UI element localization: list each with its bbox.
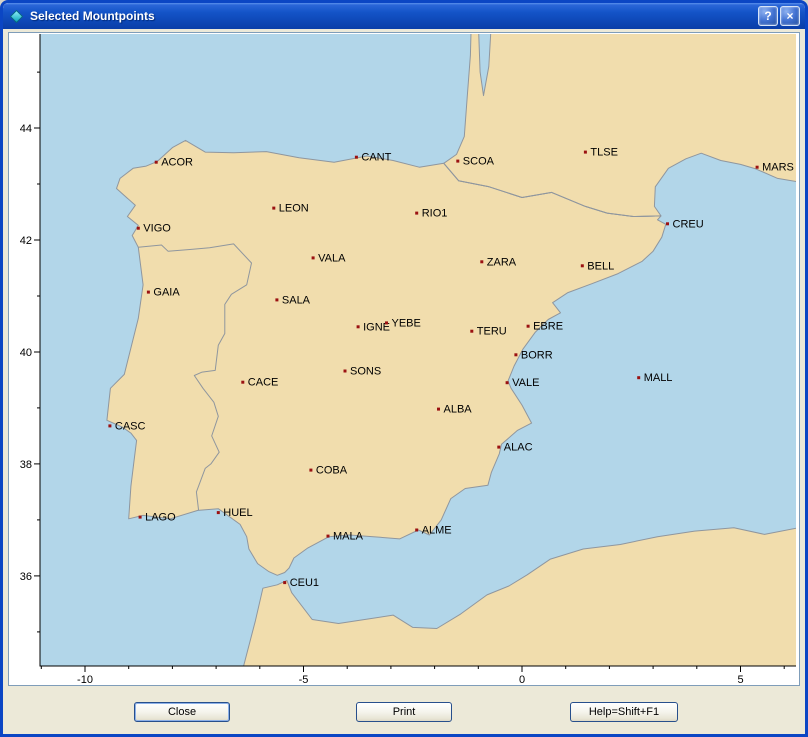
x-tick-label: -10 <box>77 674 93 685</box>
station-label: CANT <box>361 152 391 164</box>
station-marker <box>456 160 459 163</box>
station-marker <box>497 446 500 449</box>
station-label: ACOR <box>161 157 193 169</box>
station-marker <box>584 151 587 154</box>
station-marker <box>385 321 388 324</box>
station-marker <box>344 370 347 373</box>
caption-buttons: ? × <box>758 6 800 26</box>
station-label: MALA <box>333 531 364 543</box>
station-marker <box>137 227 140 230</box>
station-marker <box>415 529 418 532</box>
y-tick-label: 36 <box>20 571 32 583</box>
station-marker <box>272 207 275 210</box>
close-icon[interactable]: × <box>780 6 800 26</box>
station-marker <box>147 291 150 294</box>
station-label: BORR <box>521 349 553 361</box>
station-marker <box>108 424 111 427</box>
station-label: TERU <box>477 326 507 338</box>
title-bar[interactable]: Selected Mountpoints ? × <box>3 3 805 29</box>
station-label: YEBE <box>392 317 421 329</box>
dialog-body: ACOR VIGO CANT SCOA TLSE MARS LEON RIO1 CREU VALA… <box>3 29 805 737</box>
station-marker <box>756 166 759 169</box>
station-label: CACE <box>248 377 279 389</box>
y-tick-label: 38 <box>20 459 32 471</box>
station-label: MALL <box>644 372 673 384</box>
window-title: Selected Mountpoints <box>30 9 155 23</box>
station-label: LEON <box>279 203 309 215</box>
map-plot: ACOR VIGO CANT SCOA TLSE MARS LEON RIO1 CREU VALA… <box>9 33 799 685</box>
station-label: VALA <box>318 252 346 264</box>
y-tick-label: 42 <box>20 235 32 247</box>
station-label: VIGO <box>143 223 171 235</box>
x-tick-label: -5 <box>299 674 309 685</box>
station-marker <box>283 581 286 584</box>
station-label: COBA <box>316 465 348 477</box>
y-tick-label: 44 <box>20 123 32 135</box>
print-button[interactable]: Print <box>356 702 452 722</box>
station-label: BELL <box>587 260 614 272</box>
station-label: ALAC <box>504 442 533 454</box>
station-label: RIO1 <box>422 208 448 220</box>
station-marker <box>217 511 220 514</box>
station-label: ALBA <box>444 404 473 416</box>
close-button[interactable]: Close <box>134 702 230 722</box>
station-label: CASC <box>115 420 146 432</box>
station-marker <box>581 264 584 267</box>
station-label: ZARA <box>487 256 517 268</box>
station-label: MARS <box>762 162 794 174</box>
help-button[interactable]: Help=Shift+F1 <box>570 702 678 722</box>
station-marker <box>309 469 312 472</box>
station-marker <box>241 381 244 384</box>
station-label: LAGO <box>145 512 176 524</box>
station-label: CEU1 <box>290 577 319 589</box>
station-label: GAIA <box>153 287 180 299</box>
station-marker <box>327 535 330 538</box>
station-marker <box>155 161 158 164</box>
station-label: SCOA <box>463 156 495 168</box>
map-panel: ACOR VIGO CANT SCOA TLSE MARS LEON RIO1 CREU VALA… <box>8 32 800 686</box>
station-marker <box>637 376 640 379</box>
station-marker <box>357 325 360 328</box>
station-label: SONS <box>350 366 381 378</box>
station-label: CREU <box>673 218 704 230</box>
station-marker <box>355 156 358 159</box>
station-marker <box>312 256 315 259</box>
station-label: VALE <box>512 377 539 389</box>
help-icon[interactable]: ? <box>758 6 778 26</box>
station-label: ALME <box>422 525 452 537</box>
station-label: TLSE <box>590 147 618 159</box>
station-marker <box>527 325 530 328</box>
window-icon <box>10 9 23 22</box>
station-label: SALA <box>282 294 311 306</box>
x-tick-label: 0 <box>519 674 525 685</box>
station-marker <box>139 516 142 519</box>
station-marker <box>415 212 418 215</box>
station-marker <box>514 353 517 356</box>
station-label: HUEL <box>223 507 252 519</box>
x-tick-label: 5 <box>737 674 743 685</box>
station-label: EBRE <box>533 321 563 333</box>
station-marker <box>666 222 669 225</box>
station-marker <box>480 260 483 263</box>
station-marker <box>470 330 473 333</box>
y-tick-label: 40 <box>20 347 32 359</box>
station-marker <box>437 408 440 411</box>
station-marker <box>275 298 278 301</box>
dialog-window: Selected Mountpoints ? × ACOR VIGO CANT SCO… <box>0 0 808 737</box>
station-marker <box>506 381 509 384</box>
